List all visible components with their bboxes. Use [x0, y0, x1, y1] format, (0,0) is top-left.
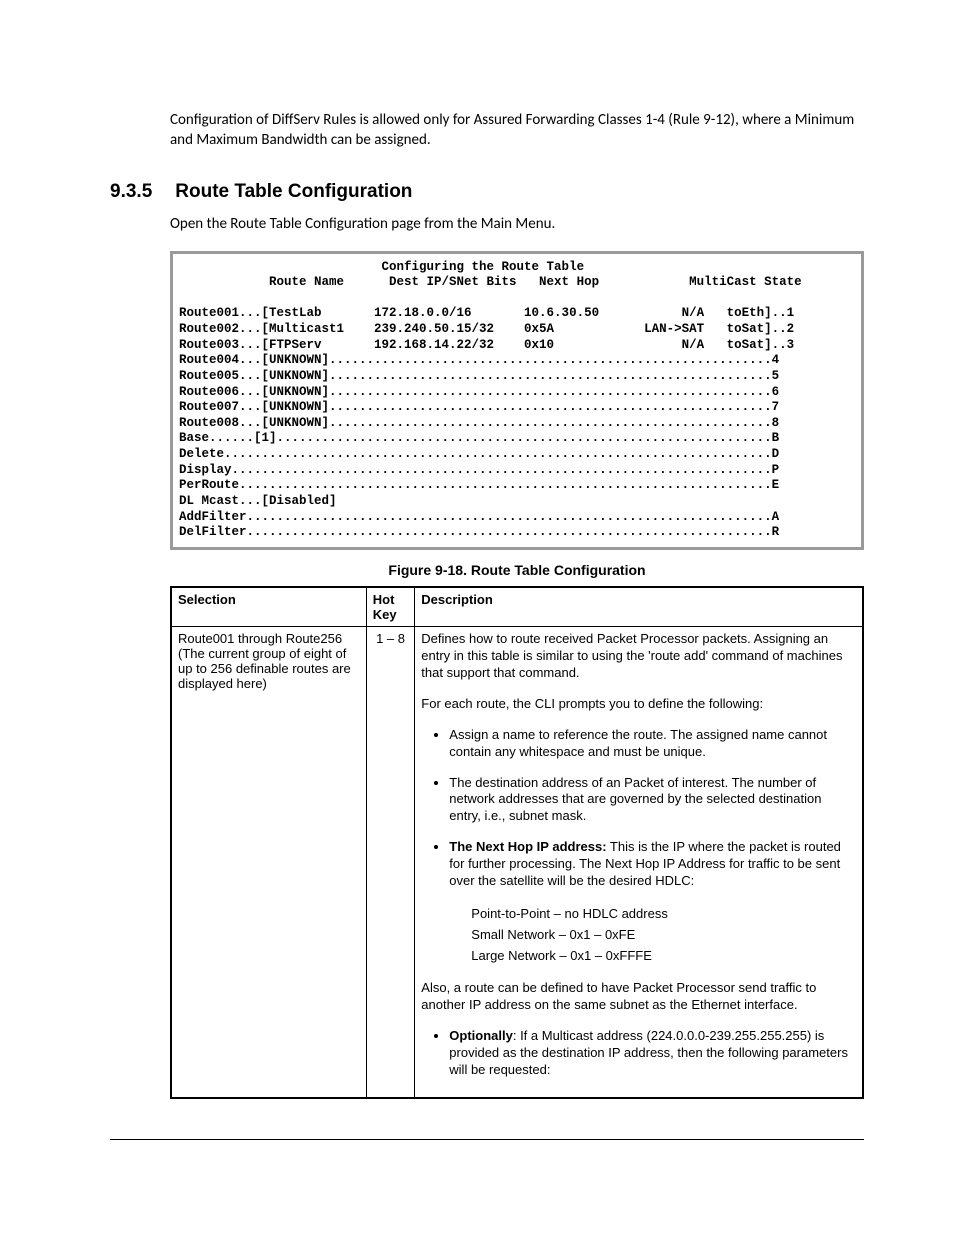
desc-p3: Also, a route can be defined to have Pac… — [421, 980, 856, 1014]
cell-selection: Route001 through Route256 (The current g… — [171, 627, 366, 1098]
sublist-large: Large Network – 0x1 – 0xFFFE — [471, 946, 856, 967]
col-hotkey: Hot Key — [366, 587, 415, 627]
bullet-optional-bold: Optionally — [449, 1028, 513, 1043]
sublist-small: Small Network – 0x1 – 0xFE — [471, 925, 856, 946]
selection-line1: Route001 through Route256 — [178, 631, 360, 646]
console-screenshot: Configuring the Route Table Route Name D… — [170, 251, 864, 550]
cell-description: Defines how to route received Packet Pro… — [415, 627, 863, 1098]
section-heading: 9.3.5 Route Table Configuration — [110, 181, 864, 203]
section-title: Route Table Configuration — [175, 181, 412, 202]
bullet-optional: Optionally: If a Multicast address (224.… — [449, 1028, 856, 1079]
selection-line2: (The current group of eight of up to 256… — [178, 646, 360, 691]
bullet-nexthop: The Next Hop IP address: This is the IP … — [449, 839, 856, 890]
sublist-ptp: Point-to-Point – no HDLC address — [471, 904, 856, 925]
bullet-name: Assign a name to reference the route. Th… — [449, 727, 856, 761]
section-number: 9.3.5 — [110, 181, 170, 203]
desc-p1: Defines how to route received Packet Pro… — [421, 631, 856, 682]
cell-hotkey: 1 – 8 — [366, 627, 415, 1098]
spec-table: Selection Hot Key Description Route001 t… — [170, 586, 864, 1099]
col-selection: Selection — [171, 587, 366, 627]
desc-p2: For each route, the CLI prompts you to d… — [421, 696, 856, 713]
bullet-nexthop-bold: The Next Hop IP address: — [449, 839, 606, 854]
table-row: Route001 through Route256 (The current g… — [171, 627, 863, 1098]
footer-rule — [110, 1139, 864, 1140]
section-intro: Open the Route Table Configuration page … — [170, 215, 864, 233]
hdlc-sublist: Point-to-Point – no HDLC address Small N… — [471, 904, 856, 966]
bullet-dest: The destination address of an Packet of … — [449, 775, 856, 826]
figure-caption: Figure 9-18. Route Table Configuration — [170, 562, 864, 578]
intro-paragraph: Configuration of DiffServ Rules is allow… — [170, 110, 864, 151]
col-description: Description — [415, 587, 863, 627]
